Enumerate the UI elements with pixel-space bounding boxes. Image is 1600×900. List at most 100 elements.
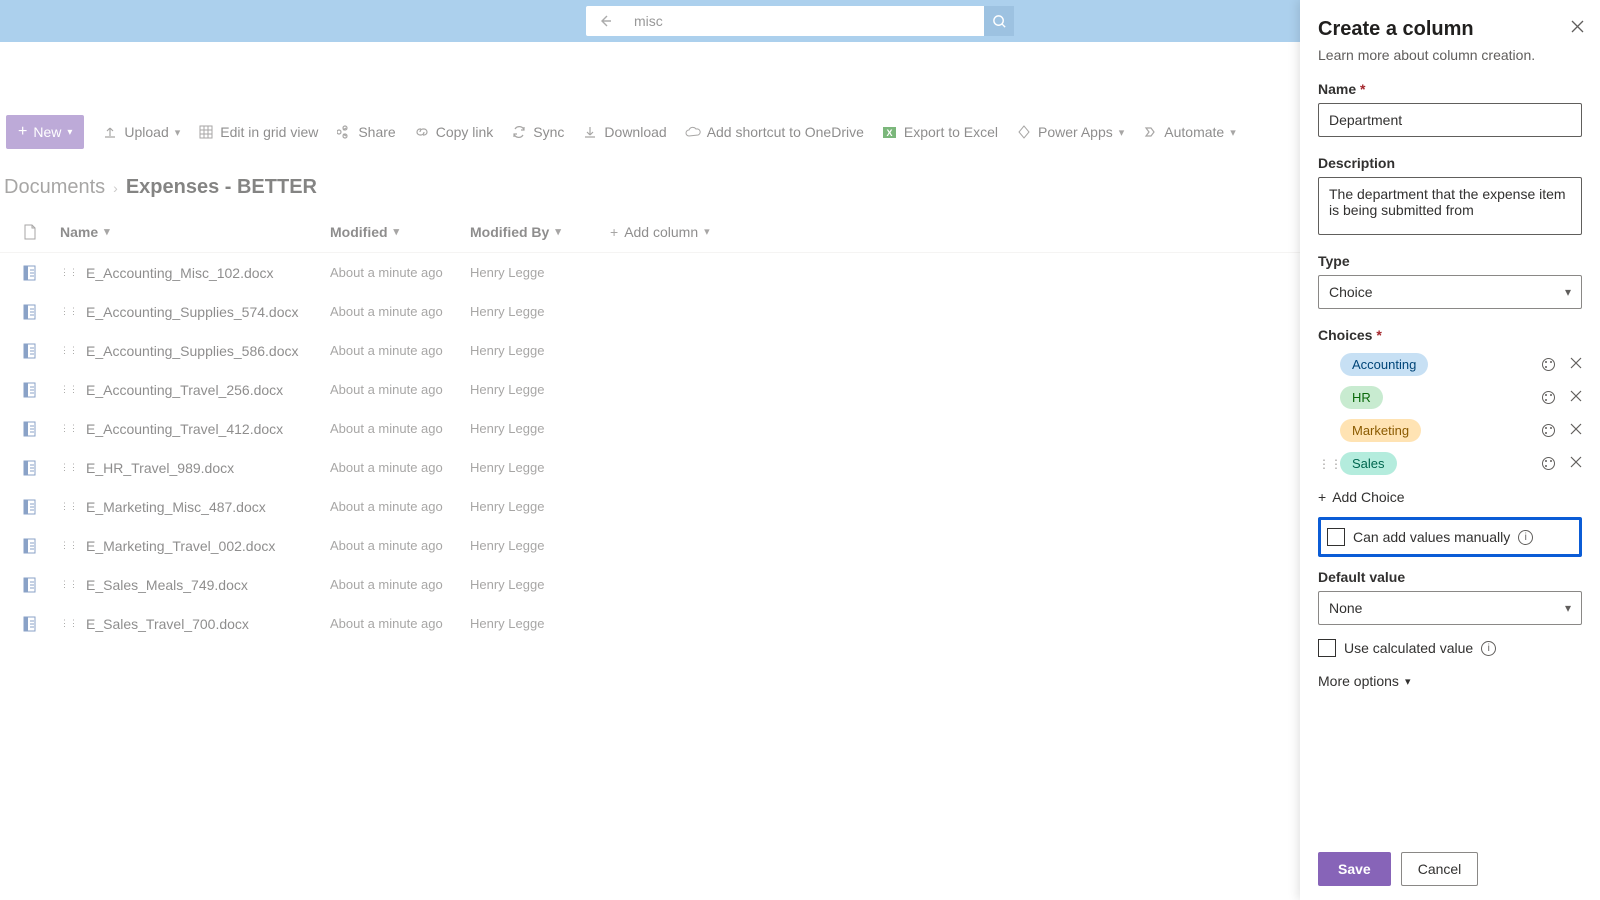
copy-link-button[interactable]: Copy link [414,124,494,140]
name-input[interactable] [1318,103,1582,137]
remove-choice-icon[interactable] [1570,390,1582,405]
choice-pill[interactable]: Sales [1340,452,1397,475]
choice-row[interactable]: ⋮⋮HR [1318,386,1582,409]
add-shortcut-button[interactable]: Add shortcut to OneDrive [685,124,864,140]
calculated-value-checkbox[interactable] [1318,639,1336,657]
learn-more-link[interactable]: Learn more about column creation. [1318,47,1582,63]
plus-icon: + [610,224,618,240]
chevron-down-icon: ▾ [1230,126,1236,139]
remove-choice-icon[interactable] [1570,423,1582,438]
drag-handle-icon[interactable]: ⋮⋮ [1318,457,1334,471]
file-name[interactable]: ⋮⋮E_Accounting_Misc_102.docx [60,265,330,281]
plus-icon: + [1318,489,1326,505]
default-value-select[interactable]: None ▾ [1318,591,1582,625]
cancel-button[interactable]: Cancel [1401,852,1479,886]
share-button[interactable]: Share [336,124,395,140]
file-modified: About a minute ago [330,616,470,631]
choice-pill[interactable]: HR [1340,386,1383,409]
file-name[interactable]: ⋮⋮E_Sales_Travel_700.docx [60,616,330,632]
download-label: Download [604,124,666,140]
copy-link-label: Copy link [436,124,494,140]
file-modified: About a minute ago [330,304,470,319]
type-select[interactable]: Choice ▾ [1318,275,1582,309]
choice-pill[interactable]: Marketing [1340,419,1421,442]
manual-values-checkbox[interactable] [1327,528,1345,546]
upload-button[interactable]: Upload ▾ [102,124,180,140]
choice-row[interactable]: ⋮⋮Accounting [1318,353,1582,376]
file-name[interactable]: ⋮⋮E_Accounting_Travel_256.docx [60,382,330,398]
file-name[interactable]: ⋮⋮E_Marketing_Travel_002.docx [60,538,330,554]
download-icon [582,124,598,140]
panel-title: Create a column [1318,18,1582,41]
description-input[interactable]: The department that the expense item is … [1318,177,1582,235]
column-name[interactable]: Name ▾ [60,224,330,240]
highlighted-option: Can add values manually i [1318,517,1582,557]
file-icon [0,538,60,554]
file-name[interactable]: ⋮⋮E_Sales_Meals_749.docx [60,577,330,593]
manual-values-label: Can add values manually [1353,529,1510,545]
breadcrumb-root[interactable]: Documents [4,176,105,199]
save-button[interactable]: Save [1318,852,1391,886]
export-excel-label: Export to Excel [904,124,998,140]
export-excel-button[interactable]: X Export to Excel [882,124,998,140]
chevron-down-icon: ▾ [394,225,400,238]
info-icon[interactable]: i [1481,641,1496,656]
power-apps-label: Power Apps [1038,124,1113,140]
file-name[interactable]: ⋮⋮E_Marketing_Misc_487.docx [60,499,330,515]
chevron-down-icon: ▾ [67,127,72,138]
type-value: Choice [1329,284,1373,300]
search-icon [992,14,1007,29]
file-modified: About a minute ago [330,343,470,358]
chevron-down-icon: ▾ [555,225,561,238]
calculated-value-label: Use calculated value [1344,640,1473,656]
file-name[interactable]: ⋮⋮E_Accounting_Travel_412.docx [60,421,330,437]
edit-grid-button[interactable]: Edit in grid view [198,124,318,140]
sync-icon [511,124,527,140]
choice-row[interactable]: ⋮⋮Marketing [1318,419,1582,442]
chevron-down-icon: ▾ [1119,126,1125,139]
search-container [586,6,1014,36]
remove-choice-icon[interactable] [1570,357,1582,372]
type-label: Type [1318,253,1582,269]
arrow-left-icon [597,13,613,29]
file-modified-by: Henry Legge [470,499,610,514]
column-modified-label: Modified [330,224,388,240]
remove-choice-icon[interactable] [1570,456,1582,471]
file-modified: About a minute ago [330,538,470,553]
choice-pill[interactable]: Accounting [1340,353,1428,376]
file-name[interactable]: ⋮⋮E_HR_Travel_989.docx [60,460,330,476]
palette-icon[interactable] [1541,423,1556,438]
palette-icon[interactable] [1541,390,1556,405]
palette-icon[interactable] [1541,456,1556,471]
file-name[interactable]: ⋮⋮E_Accounting_Supplies_574.docx [60,304,330,320]
file-modified-by: Henry Legge [470,382,610,397]
more-options-toggle[interactable]: More options ▾ [1318,673,1582,689]
file-icon [0,343,60,359]
column-name-label: Name [60,224,98,240]
choice-row[interactable]: ⋮⋮ Sales [1318,452,1582,475]
download-button[interactable]: Download [582,124,666,140]
search-back-button[interactable] [586,6,624,36]
file-name[interactable]: ⋮⋮E_Accounting_Supplies_586.docx [60,343,330,359]
file-modified-by: Henry Legge [470,265,610,280]
file-modified: About a minute ago [330,382,470,397]
close-button[interactable] [1571,20,1584,33]
column-modified-by[interactable]: Modified By ▾ [470,224,610,240]
palette-icon[interactable] [1541,357,1556,372]
share-label: Share [358,124,395,140]
name-label: Name * [1318,81,1582,97]
breadcrumb-current: Expenses - BETTER [126,176,317,199]
info-icon[interactable]: i [1518,530,1533,545]
power-apps-button[interactable]: Power Apps ▾ [1016,124,1124,140]
column-modified[interactable]: Modified ▾ [330,224,470,240]
column-type-icon [0,224,60,240]
sync-button[interactable]: Sync [511,124,564,140]
add-column-button[interactable]: + Add column ▾ [610,224,740,240]
search-input[interactable] [624,6,984,36]
document-icon [23,224,37,240]
add-choice-button[interactable]: + Add Choice [1318,489,1582,505]
new-button[interactable]: + New ▾ [6,115,84,149]
chevron-down-icon: ▾ [104,225,110,238]
automate-button[interactable]: Automate ▾ [1142,124,1235,140]
search-button[interactable] [984,6,1014,36]
